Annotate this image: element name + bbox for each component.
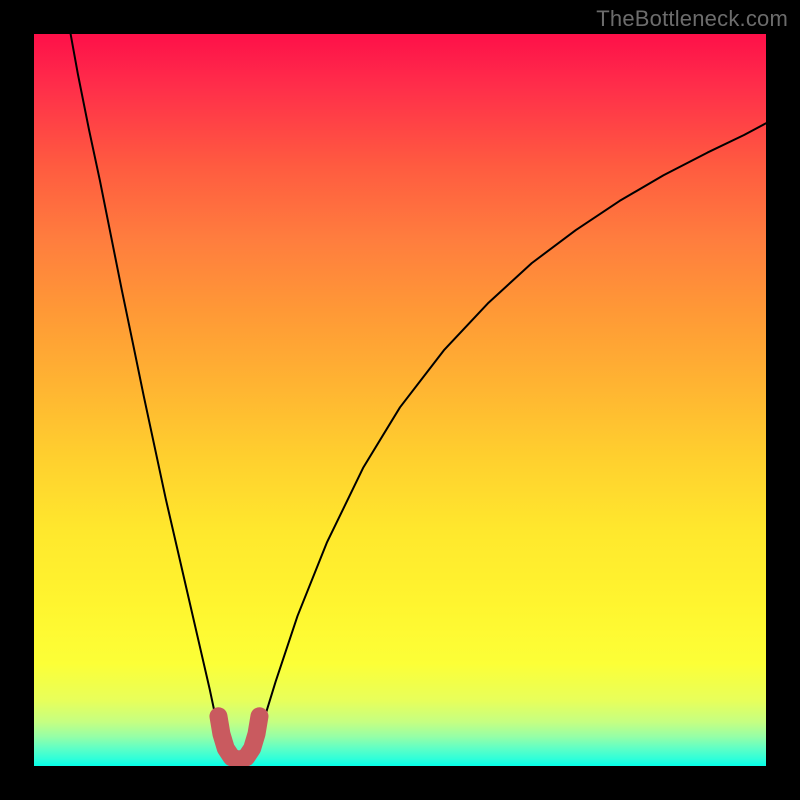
series-left-branch [71,34,228,751]
series-valley-highlight [218,716,259,760]
watermark-text: TheBottleneck.com [596,6,788,32]
series-right-branch [254,123,766,751]
chart-svg [34,34,766,766]
chart-plot-area [34,34,766,766]
chart-series-group [71,34,766,760]
chart-frame: TheBottleneck.com [0,0,800,800]
